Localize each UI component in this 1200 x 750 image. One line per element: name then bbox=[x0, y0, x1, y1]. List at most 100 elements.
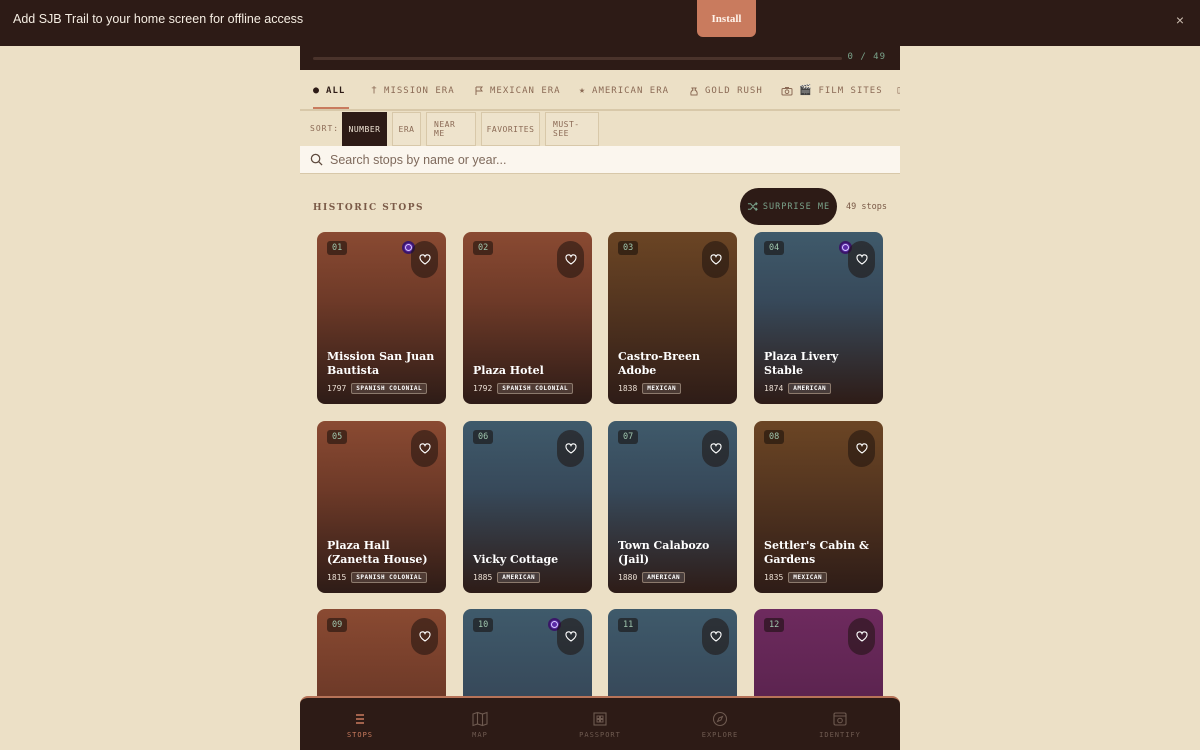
cross-icon: † bbox=[371, 85, 379, 96]
tab-label: MEXICAN ERA bbox=[490, 85, 561, 96]
stop-card[interactable]: 07 Town Calabozo (Jail) 1880 AMERICAN bbox=[608, 421, 737, 593]
stop-meta: 1874 AMERICAN bbox=[764, 383, 832, 394]
stop-year: 1880 bbox=[618, 573, 638, 582]
stop-card[interactable]: 02 Plaza Hotel 1792 SPANISH COLONIAL bbox=[463, 232, 592, 404]
sort-number[interactable]: NUMBER bbox=[342, 112, 387, 146]
section-title: HISTORIC STOPS bbox=[313, 203, 425, 213]
tab-film-sites[interactable]: 🎬 FILM SITES bbox=[781, 70, 883, 109]
nav-stops[interactable]: STOPS bbox=[300, 698, 420, 750]
nav-explore[interactable]: EXPLORE bbox=[660, 698, 780, 750]
tab-gold-rush[interactable]: GOLD RUSH bbox=[689, 70, 763, 109]
favorite-button[interactable] bbox=[702, 618, 729, 655]
favorite-button[interactable] bbox=[702, 430, 729, 467]
tab-label: GOLD RUSH bbox=[705, 85, 763, 96]
surprise-me-label: SURPRISE ME bbox=[762, 201, 831, 212]
tab-all[interactable]: ● ALL bbox=[313, 70, 350, 109]
stop-card[interactable]: 09 bbox=[317, 609, 446, 702]
stop-card[interactable]: 05 Plaza Hall (Zanetta House) 1815 SPANIS… bbox=[317, 421, 446, 593]
nav-label: STOPS bbox=[346, 731, 374, 739]
stop-number: 03 bbox=[618, 241, 639, 255]
nav-label: EXPLORE bbox=[701, 731, 739, 739]
sort-era[interactable]: ERA bbox=[392, 112, 421, 146]
favorite-button[interactable] bbox=[848, 430, 875, 467]
stop-number: 12 bbox=[764, 618, 785, 632]
stop-meta: 1815 SPANISH COLONIAL bbox=[327, 572, 428, 583]
heart-icon bbox=[564, 254, 577, 265]
era-tabs: ● ALL † MISSION ERA MEXICAN ERA ★ AMERIC… bbox=[300, 70, 900, 111]
heart-icon bbox=[709, 254, 722, 265]
sort-near-me[interactable]: NEAR ME bbox=[426, 112, 476, 146]
camera-frame-icon bbox=[833, 712, 847, 726]
stop-meta: 1885 AMERICAN bbox=[473, 572, 541, 583]
favorite-button[interactable] bbox=[411, 618, 438, 655]
search-bar bbox=[300, 146, 900, 174]
camera-icon bbox=[781, 86, 793, 95]
heart-icon bbox=[418, 254, 431, 265]
stop-number: 07 bbox=[618, 430, 639, 444]
compass-icon bbox=[712, 711, 728, 727]
favorite-button[interactable] bbox=[411, 430, 438, 467]
stop-name: Plaza Livery Stable bbox=[764, 350, 839, 377]
nav-map[interactable]: MAP bbox=[420, 698, 540, 750]
surprise-me-button[interactable]: SURPRISE ME bbox=[740, 188, 837, 225]
stop-number: 06 bbox=[473, 430, 494, 444]
favorite-button[interactable] bbox=[848, 618, 875, 655]
stop-meta: 1838 MEXICAN bbox=[618, 383, 682, 394]
clapperboard-icon: 🎬 bbox=[799, 85, 813, 96]
favorite-button[interactable] bbox=[557, 618, 584, 655]
sort-favorites[interactable]: FAVORITES bbox=[481, 112, 540, 146]
dot-icon: ● bbox=[313, 85, 321, 96]
close-icon[interactable]: × bbox=[1176, 12, 1184, 28]
stop-number: 01 bbox=[327, 241, 348, 255]
heart-icon bbox=[418, 443, 431, 454]
stop-name: Settler's Cabin & Gardens bbox=[764, 539, 869, 566]
search-input[interactable] bbox=[330, 150, 890, 170]
stop-card[interactable]: 04 Plaza Livery Stable 1874 AMERICAN bbox=[754, 232, 883, 404]
nav-identify[interactable]: IDENTIFY bbox=[780, 698, 900, 750]
tab-american-era[interactable]: ★ AMERICAN ERA bbox=[579, 70, 670, 109]
sort-must-see[interactable]: MUST-SEE bbox=[545, 112, 599, 146]
stop-card[interactable]: 03 Castro-Breen Adobe 1838 MEXICAN bbox=[608, 232, 737, 404]
main-column: 0 / 49 ● ALL † MISSION ERA MEXICAN ERA ★… bbox=[300, 46, 900, 750]
star-icon: ★ bbox=[579, 85, 587, 96]
nav-label: MAP bbox=[472, 731, 488, 739]
era-badge: SPANISH COLONIAL bbox=[497, 383, 574, 394]
favorite-button[interactable] bbox=[702, 241, 729, 278]
stop-year: 1838 bbox=[618, 384, 638, 393]
bottom-nav: STOPS MAP PASSPORT EXPLORE IDENTIFY bbox=[300, 696, 900, 750]
favorite-button[interactable] bbox=[557, 241, 584, 278]
shuffle-icon bbox=[747, 202, 758, 211]
stop-card[interactable]: 11 bbox=[608, 609, 737, 702]
stop-card[interactable]: 01 Mission San Juan Bautista 1797 SPANISH… bbox=[317, 232, 446, 404]
tab-overflow[interactable]: ▯ bbox=[896, 70, 900, 109]
favorite-button[interactable] bbox=[411, 241, 438, 278]
install-banner-text: Add SJB Trail to your home screen for of… bbox=[13, 12, 304, 26]
stop-meta: 1835 MEXICAN bbox=[764, 572, 828, 583]
tab-mission-era[interactable]: † MISSION ERA bbox=[371, 70, 455, 109]
favorite-button[interactable] bbox=[557, 430, 584, 467]
stop-card[interactable]: 08 Settler's Cabin & Gardens 1835 MEXICAN bbox=[754, 421, 883, 593]
stop-year: 1885 bbox=[473, 573, 493, 582]
stop-name: Castro-Breen Adobe bbox=[618, 350, 700, 377]
install-button[interactable]: Install bbox=[697, 0, 756, 37]
era-badge: SPANISH COLONIAL bbox=[351, 572, 428, 583]
nav-passport[interactable]: PASSPORT bbox=[540, 698, 660, 750]
progress-text: 0 / 49 bbox=[847, 52, 886, 62]
stop-number: 02 bbox=[473, 241, 494, 255]
favorite-button[interactable] bbox=[848, 241, 875, 278]
stop-card[interactable]: 10 bbox=[463, 609, 592, 702]
stop-year: 1792 bbox=[473, 384, 493, 393]
install-banner: Add SJB Trail to your home screen for of… bbox=[0, 0, 1200, 46]
era-badge: MEXICAN bbox=[788, 572, 828, 583]
era-badge: AMERICAN bbox=[642, 572, 686, 583]
stop-name: Plaza Hotel bbox=[473, 364, 544, 377]
stop-name: Vicky Cottage bbox=[473, 553, 559, 566]
stop-year: 1835 bbox=[764, 573, 784, 582]
heart-icon bbox=[564, 631, 577, 642]
stop-card[interactable]: 12 bbox=[754, 609, 883, 702]
stop-card[interactable]: 06 Vicky Cottage 1885 AMERICAN bbox=[463, 421, 592, 593]
tab-mexican-era[interactable]: MEXICAN ERA bbox=[474, 70, 561, 109]
heart-icon bbox=[855, 631, 868, 642]
passport-icon bbox=[593, 712, 607, 726]
tab-label: AMERICAN ERA bbox=[592, 85, 670, 96]
